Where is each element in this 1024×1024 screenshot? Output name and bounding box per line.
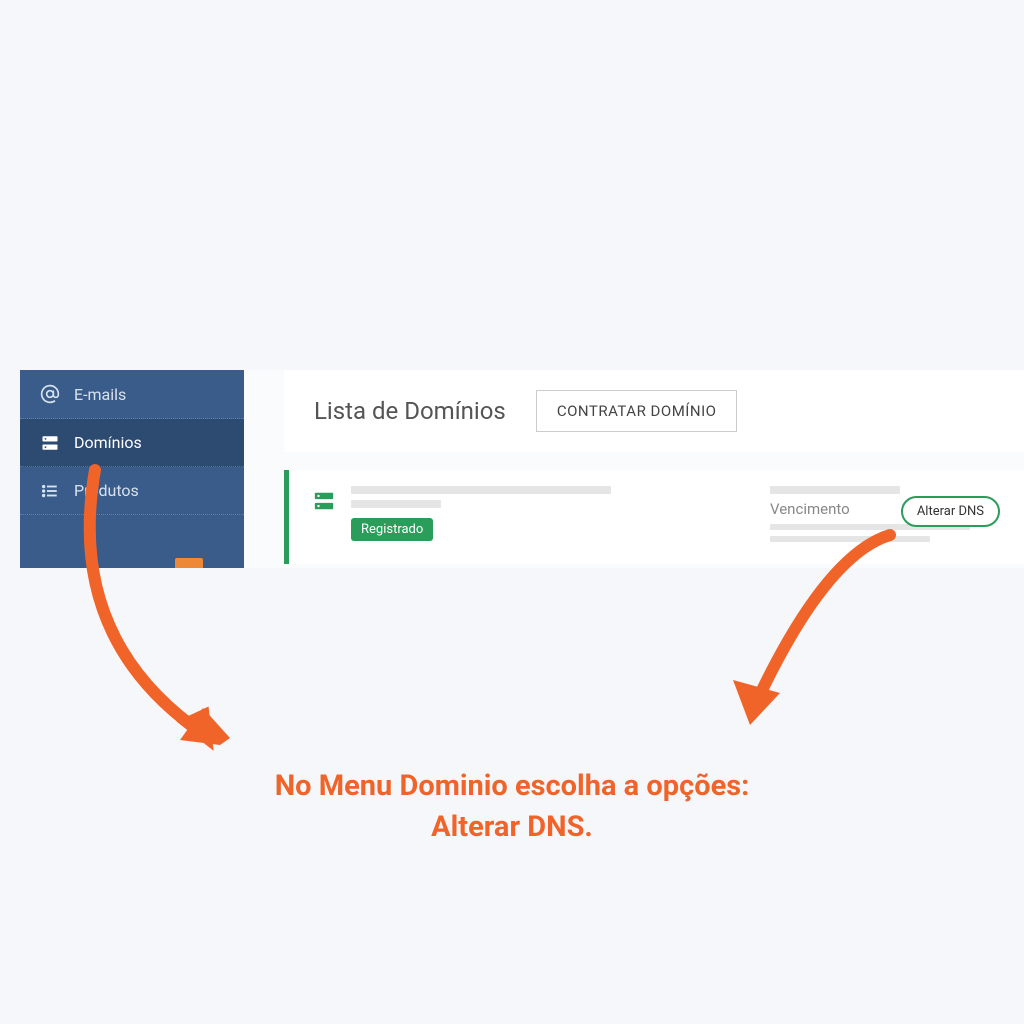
page-header: Lista de Domínios CONTRATAR DOMÍNIO [284, 370, 1024, 452]
placeholder-bar [770, 536, 930, 542]
server-icon [313, 490, 335, 516]
sidebar-item-label: Domínios [74, 433, 142, 452]
sidebar: E-mails Domínios Produtos [20, 370, 244, 568]
sidebar-item-label: Produtos [74, 481, 139, 500]
sidebar-item-emails[interactable]: E-mails [20, 370, 244, 419]
orange-notch [175, 558, 203, 568]
alter-dns-button[interactable]: Alterar DNS [901, 496, 1000, 527]
placeholder-bar [351, 500, 441, 508]
sidebar-item-dominios[interactable]: Domínios [20, 419, 244, 467]
annotation-line1: No Menu Dominio escolha a opções: [0, 766, 1024, 807]
annotation-text: No Menu Dominio escolha a opções: Altera… [0, 766, 1024, 847]
placeholder-bar [351, 486, 611, 494]
domain-info: Registrado [351, 486, 714, 541]
domain-card: Registrado Vencimento Alterar DNS [284, 470, 1024, 564]
server-icon [40, 434, 60, 452]
status-badge: Registrado [351, 518, 433, 541]
sidebar-item-produtos[interactable]: Produtos [20, 467, 244, 515]
at-icon [40, 384, 60, 404]
sidebar-item-label: E-mails [74, 385, 126, 404]
main-content: Lista de Domínios CONTRATAR DOMÍNIO Regi… [244, 370, 1024, 568]
annotation-line2: Alterar DNS. [0, 807, 1024, 848]
placeholder-bar [770, 486, 900, 494]
page-title: Lista de Domínios [314, 397, 506, 425]
list-icon [40, 482, 60, 500]
contract-domain-button[interactable]: CONTRATAR DOMÍNIO [536, 390, 738, 432]
screenshot-area: E-mails Domínios Produtos Lista de Domín… [20, 370, 1024, 568]
